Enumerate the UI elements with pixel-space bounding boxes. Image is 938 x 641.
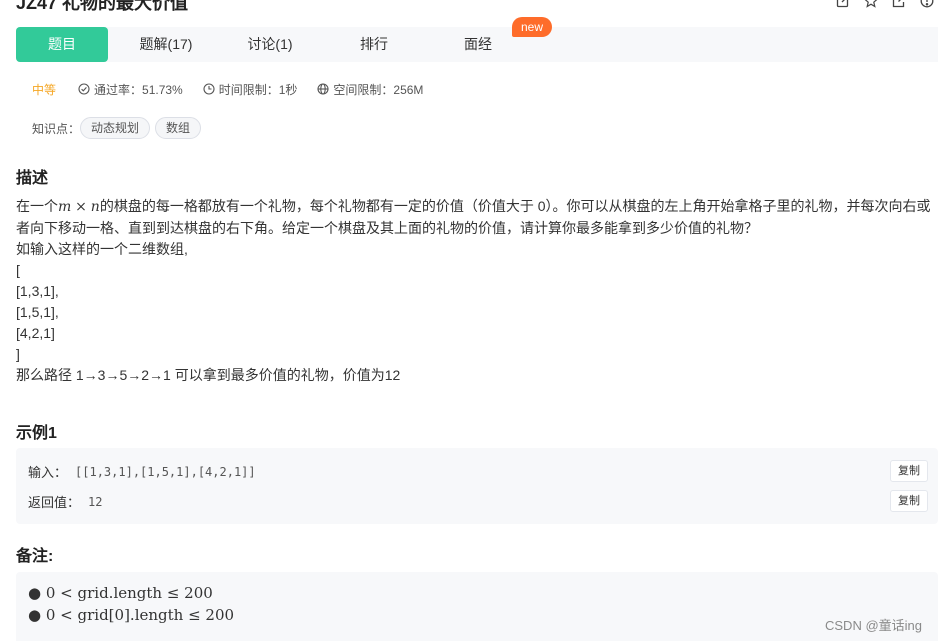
description-line: 那么路径 1→3→5→2→1 可以拿到最多价值的礼物，价值为12 bbox=[16, 367, 401, 383]
description-line: [1,3,1], bbox=[16, 283, 59, 299]
tab-solutions[interactable]: 题解(17) bbox=[116, 27, 216, 62]
math-times: × bbox=[75, 199, 87, 215]
report-icon[interactable] bbox=[920, 0, 934, 8]
top-toolbar bbox=[836, 0, 934, 8]
description-line: 如输入这样的一个二维数组, bbox=[16, 241, 188, 257]
tab-ranking[interactable]: 排行 bbox=[324, 27, 424, 62]
knowledge-points: 知识点： 动态规划 数组 bbox=[32, 117, 206, 139]
tab-problem[interactable]: 题目 bbox=[16, 27, 108, 62]
description-heading: 描述 bbox=[16, 170, 49, 187]
description-intro: 在一个m × n的棋盘的每一格都放有一个礼物，每个礼物都有一定的价值（价值大于 … bbox=[16, 196, 934, 239]
description-body: 在一个m × n的棋盘的每一格都放有一个礼物，每个礼物都有一定的价值（价值大于 … bbox=[16, 196, 934, 386]
new-badge: new bbox=[512, 17, 553, 37]
notes-heading: 备注: bbox=[16, 548, 54, 565]
problem-title: JZ47 礼物的最大价值 bbox=[16, 0, 189, 13]
csdn-watermark: CSDN @童话ing bbox=[825, 618, 922, 633]
copy-output-button[interactable]: 复制 bbox=[890, 490, 928, 512]
description-line: ] bbox=[16, 346, 20, 362]
copy-input-button[interactable]: 复制 bbox=[890, 460, 928, 482]
time-limit: 时间限制：1秒 bbox=[203, 81, 298, 98]
knowledge-label: 知识点： bbox=[32, 121, 81, 136]
intro-before: 在一个 bbox=[16, 198, 58, 214]
description-line: [ bbox=[16, 262, 20, 278]
example-heading: 示例1 bbox=[16, 425, 57, 442]
math-m: m bbox=[58, 199, 72, 215]
space-limit-text: 空间限制：256M bbox=[333, 82, 424, 97]
pass-rate: 通过率：51.73% bbox=[78, 81, 183, 98]
problem-meta: 中等 通过率：51.73% 时间限制：1秒 空间限制：256M bbox=[32, 81, 443, 97]
example-input-row: 输入： [[1,3,1],[1,5,1],[4,2,1]] bbox=[28, 462, 256, 481]
globe-icon bbox=[317, 83, 329, 95]
edit-icon[interactable] bbox=[836, 0, 850, 8]
intro-after: 的棋盘的每一格都放有一个礼物，每个礼物都有一定的价值（价值大于 0）。你可以从棋… bbox=[16, 198, 931, 236]
example-box: 输入： [[1,3,1],[1,5,1],[4,2,1]] 复制 返回值： 12… bbox=[16, 448, 938, 524]
tag-array[interactable]: 数组 bbox=[155, 117, 202, 139]
input-value: [[1,3,1],[1,5,1],[4,2,1]] bbox=[75, 464, 256, 479]
description-line: [1,5,1], bbox=[16, 304, 59, 320]
output-value: 12 bbox=[88, 494, 103, 509]
notes-box: ● 0 < grid.length ≤ 200 ● 0 < grid[0].le… bbox=[16, 572, 938, 641]
description-line: [4,2,1] bbox=[16, 325, 55, 341]
star-icon[interactable] bbox=[864, 0, 878, 8]
input-label: 输入： bbox=[28, 465, 68, 480]
clock-icon bbox=[203, 83, 215, 95]
check-circle-icon bbox=[78, 83, 90, 95]
note-item: ● 0 < grid[0].length ≤ 200 bbox=[28, 606, 235, 624]
difficulty-label: 中等 bbox=[32, 82, 57, 97]
example-output-row: 返回值： 12 bbox=[28, 492, 102, 511]
space-limit: 空间限制：256M bbox=[317, 81, 423, 98]
output-label: 返回值： bbox=[28, 495, 81, 510]
tab-discussion[interactable]: 讨论(1) bbox=[220, 27, 320, 62]
tag-dynamic-programming[interactable]: 动态规划 bbox=[80, 117, 151, 139]
time-limit-text: 时间限制：1秒 bbox=[218, 82, 298, 97]
math-n: n bbox=[90, 199, 100, 215]
note-item: ● 0 < grid.length ≤ 200 bbox=[28, 584, 213, 602]
pass-rate-text: 通过率：51.73% bbox=[94, 82, 183, 97]
tab-bar: 题目 题解(17) 讨论(1) 排行 面经 bbox=[16, 27, 938, 62]
share-icon[interactable] bbox=[892, 0, 906, 8]
